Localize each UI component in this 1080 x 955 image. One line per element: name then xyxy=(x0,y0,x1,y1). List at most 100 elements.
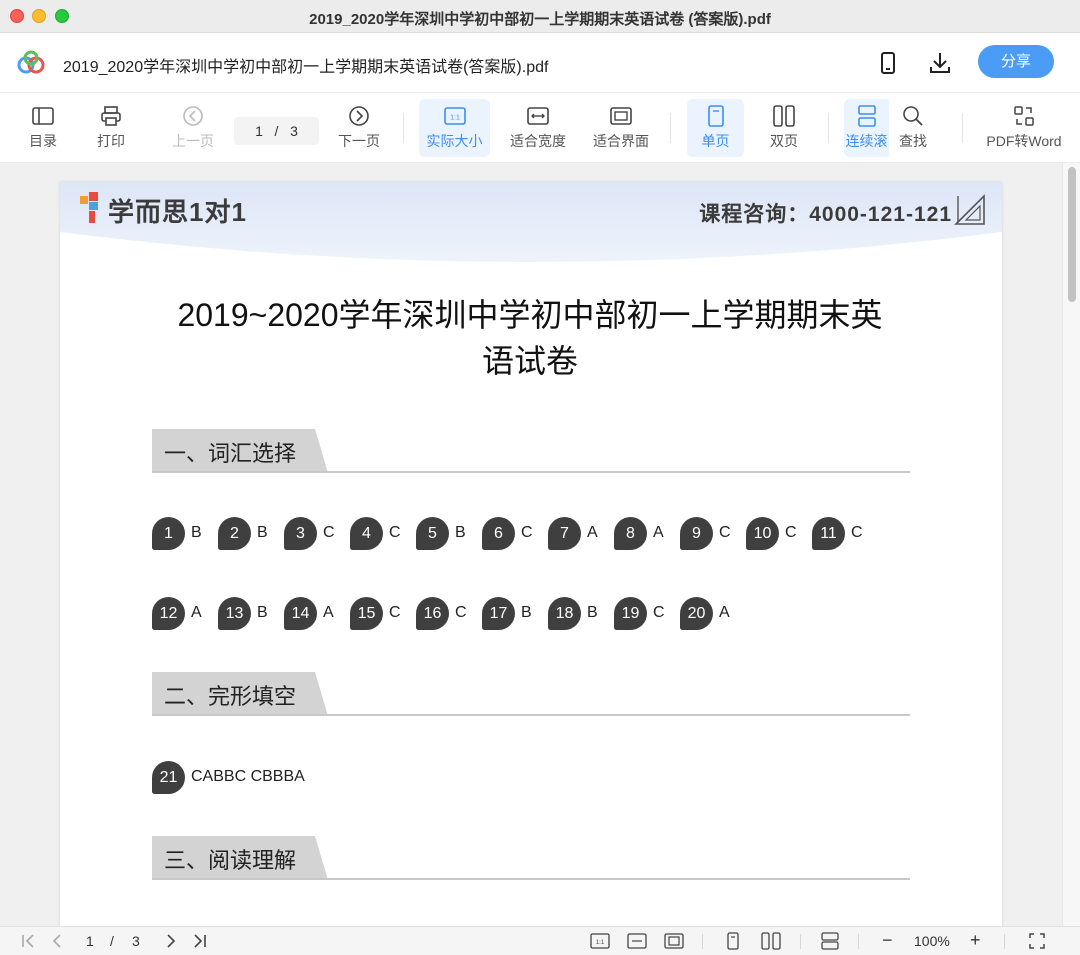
status-divider xyxy=(858,934,859,949)
answer-value: A xyxy=(719,604,730,621)
phone-icon[interactable] xyxy=(874,49,902,77)
answer-value: B xyxy=(257,604,268,621)
answer-value: B xyxy=(521,604,532,621)
question-number-badge: 18 xyxy=(548,597,581,630)
status-bar: 1 / 3 1:1 − 100% + xyxy=(0,926,1080,955)
answer-value: A xyxy=(191,604,202,621)
toolbar-divider xyxy=(828,113,829,143)
continuous-scroll-icon xyxy=(857,105,876,127)
fit-page-small-icon[interactable] xyxy=(664,932,684,950)
app-logo-icon xyxy=(17,50,45,74)
next-page-button[interactable]: 下一页 xyxy=(334,99,384,157)
status-page-current[interactable]: 1 xyxy=(86,933,94,949)
continuous-small-icon[interactable] xyxy=(820,932,840,950)
question-number-badge: 4 xyxy=(350,517,383,550)
question-number-badge: 3 xyxy=(284,517,317,550)
question-number-badge: 14 xyxy=(284,597,317,630)
fullscreen-icon[interactable] xyxy=(1028,932,1046,950)
next-page-label: 下一页 xyxy=(338,133,380,149)
prev-page-icon[interactable] xyxy=(48,932,66,950)
download-icon[interactable] xyxy=(926,49,954,77)
page-current[interactable]: 1 xyxy=(255,123,263,139)
pdf-to-word-label: PDF转Word xyxy=(986,133,1062,149)
answer-value: A xyxy=(323,604,334,621)
double-page-button[interactable]: 双页 xyxy=(762,99,806,157)
find-label: 查找 xyxy=(899,133,927,149)
last-page-icon[interactable] xyxy=(190,932,208,950)
fit-width-button[interactable]: 适合宽度 xyxy=(506,99,570,157)
answer-value: C xyxy=(653,604,665,621)
print-button[interactable]: 打印 xyxy=(90,99,132,157)
single-page-icon xyxy=(707,105,724,127)
continuous-scroll-button[interactable]: 连续滚 xyxy=(844,99,889,157)
zoom-out-button[interactable]: − xyxy=(882,930,893,951)
answer-value: B xyxy=(257,524,268,541)
status-divider xyxy=(1004,934,1005,949)
app-header: 2019_2020学年深圳中学初中部初一上学期期末英语试卷(答案版).pdf 分… xyxy=(0,33,1080,93)
print-label: 打印 xyxy=(97,133,125,149)
svg-text:1:1: 1:1 xyxy=(596,940,605,946)
toolbar-divider xyxy=(962,113,963,143)
zoom-in-button[interactable]: + xyxy=(970,930,981,951)
printer-icon xyxy=(101,106,121,126)
find-button[interactable]: 查找 xyxy=(893,99,933,157)
question-number-badge: 6 xyxy=(482,517,515,550)
double-page-small-icon[interactable] xyxy=(761,932,781,950)
toolbar-divider xyxy=(403,113,404,143)
fit-page-label: 适合界面 xyxy=(593,133,649,149)
actual-size-label: 实际大小 xyxy=(426,133,483,149)
toc-button[interactable]: 目录 xyxy=(22,99,64,157)
question-number-badge: 20 xyxy=(680,597,713,630)
next-page-icon[interactable] xyxy=(162,932,180,950)
status-divider xyxy=(702,934,703,949)
convert-icon xyxy=(1014,106,1034,126)
double-page-label: 双页 xyxy=(770,133,798,149)
search-icon xyxy=(903,106,923,126)
svg-text:1:1: 1:1 xyxy=(450,115,460,122)
answer-value: C xyxy=(719,524,731,541)
fit-width-icon xyxy=(527,107,549,125)
fit-page-button[interactable]: 适合界面 xyxy=(589,99,653,157)
fit-width-small-icon[interactable] xyxy=(627,932,647,950)
question-number-badge: 19 xyxy=(614,597,647,630)
toc-label: 目录 xyxy=(29,133,57,149)
question-number-badge: 7 xyxy=(548,517,581,550)
page-indicator[interactable]: 1 / 3 xyxy=(234,117,319,145)
question-number-badge: 9 xyxy=(680,517,713,550)
toc-icon xyxy=(32,107,54,125)
question-number-badge: 10 xyxy=(746,517,779,550)
question-number-badge: 12 xyxy=(152,597,185,630)
first-page-icon[interactable] xyxy=(20,932,38,950)
scrollbar-thumb[interactable] xyxy=(1068,167,1076,302)
brand-logo-icon xyxy=(80,192,98,223)
section-title: 一、词汇选择 xyxy=(164,441,297,466)
section-header: 一、词汇选择 xyxy=(152,429,910,473)
actual-size-small-icon[interactable]: 1:1 xyxy=(590,932,610,950)
pdf-to-word-button[interactable]: PDF转Word xyxy=(984,99,1064,157)
consult-hotline: 课程咨询：4000-121-121 xyxy=(699,203,952,226)
question-number-badge: 2 xyxy=(218,517,251,550)
section-divider xyxy=(152,714,910,716)
fit-width-label: 适合宽度 xyxy=(510,133,566,149)
answer-value: C xyxy=(521,524,533,541)
answer-value: C xyxy=(389,524,401,541)
share-button[interactable]: 分享 xyxy=(978,45,1054,78)
status-page-sep: / xyxy=(110,933,114,949)
window-titlebar: 2019_2020学年深圳中学初中部初一上学期期末英语试卷 (答案版).pdf xyxy=(0,0,1080,33)
answer-value: B xyxy=(191,524,202,541)
prev-page-button[interactable]: 上一页 xyxy=(168,99,218,157)
actual-size-button[interactable]: 1:1 实际大小 xyxy=(419,99,490,157)
zoom-level[interactable]: 100% xyxy=(914,933,950,949)
single-page-small-icon[interactable] xyxy=(724,932,742,950)
answer-value: B xyxy=(455,524,466,541)
vertical-scrollbar[interactable] xyxy=(1062,163,1080,926)
question-number-badge: 8 xyxy=(614,517,647,550)
single-page-button[interactable]: 单页 xyxy=(687,99,744,157)
answer-value: C xyxy=(785,524,797,541)
document-viewport[interactable]: 学而思1对1 课程咨询：4000-121-121 2019~2020学年深圳中学… xyxy=(0,163,1080,926)
toolbar-divider xyxy=(670,113,671,143)
actual-size-icon: 1:1 xyxy=(443,107,466,125)
question-number-badge: 15 xyxy=(350,597,383,630)
answer-value: C xyxy=(323,524,335,541)
toolbar: 目录 打印 上一页 1 / 3 下一页 1:1 实际大小 适合宽度 适合界面 单… xyxy=(0,93,1080,163)
